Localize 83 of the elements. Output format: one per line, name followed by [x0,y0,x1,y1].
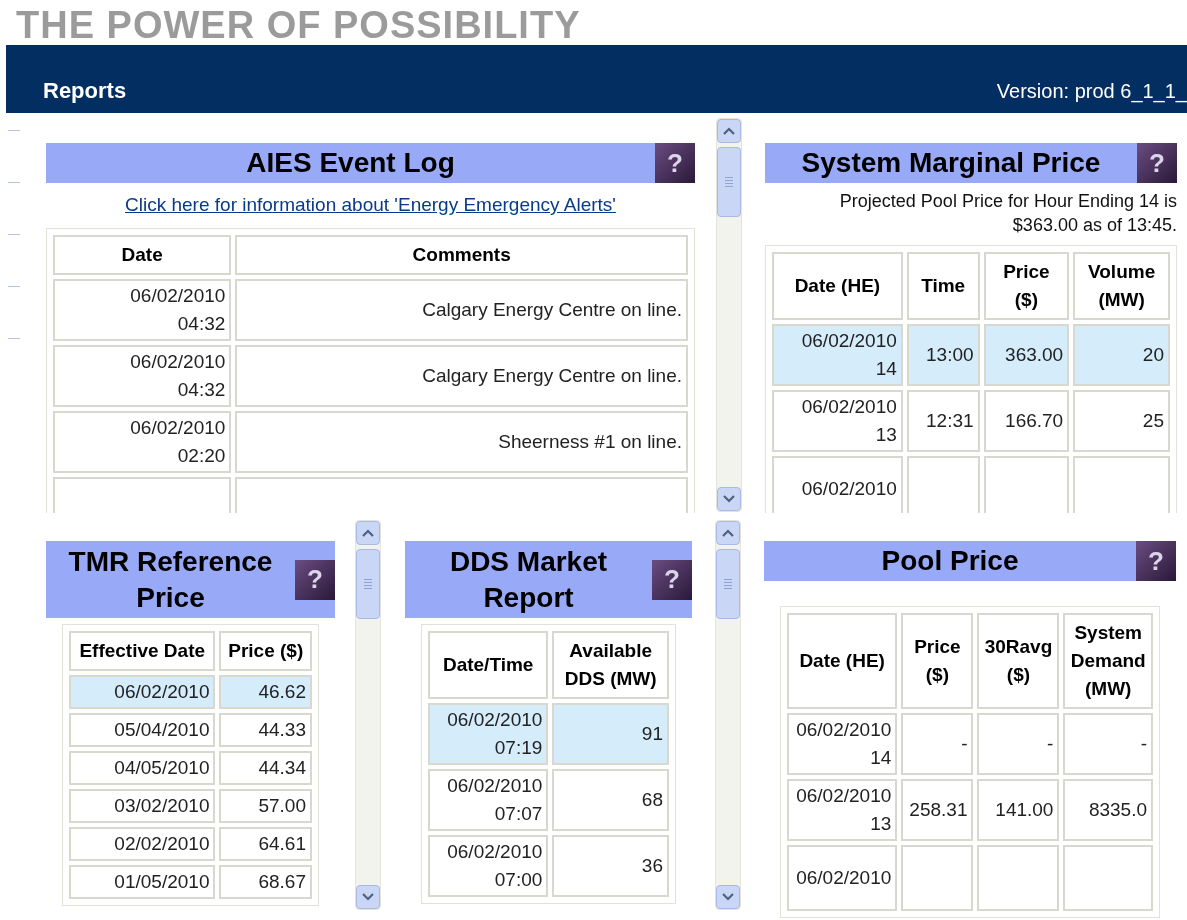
scroll-up-icon[interactable] [356,521,380,545]
table-cell: 20 [1073,324,1170,386]
table-cell: 36 [552,835,669,897]
table-cell: - [901,713,974,775]
column-header: Available DDS (MW) [552,631,669,699]
help-button[interactable]: ? [655,143,695,183]
table-cell: Calgary Energy Centre on line. [235,278,688,341]
column-header: Effective Date [69,631,216,671]
scroll-down-icon[interactable] [717,487,741,511]
table-cell: 25 [1073,390,1170,452]
table-cell: 68.67 [219,865,312,899]
table-cell: 05/04/2010 [69,713,216,747]
table-cell: 44.34 [219,751,312,785]
slogan: THE POWER OF POSSIBILITY [16,5,581,45]
scroll-down-icon[interactable] [716,885,740,909]
nav-title: Reports [43,77,127,105]
table-cell: Calgary Energy Centre on line. [235,344,688,407]
column-header: Comments [235,234,688,275]
column-header: Date/Time [428,631,549,699]
table-cell: 06/02/2010 07:00 [428,835,549,897]
help-button[interactable]: ? [295,559,335,600]
table-cell: 8335.0 [1063,779,1153,841]
table-cell: 06/02/2010 [772,456,903,513]
info-link[interactable]: Click here for information about 'Energy Emergency Alerts' [125,194,616,215]
table-cell: 06/02/2010 13 [787,779,898,841]
table-cell: 06/02/2010 13 [772,390,903,452]
table-cell: 06/02/2010 02:20 [53,410,232,473]
help-button[interactable]: ? [652,559,692,600]
column-header: Time [906,252,980,320]
table-cell: - [1063,713,1153,775]
panel-title: DDS Market Report [448,544,609,615]
table-cell: 91 [552,703,669,765]
scroll-thumb[interactable] [717,147,741,217]
scroll-up-icon[interactable] [716,521,740,545]
table-cell: 06/02/2010 [69,675,216,709]
table-cell: 13:00 [906,324,980,386]
scroll-up-icon[interactable] [717,119,741,143]
table-cell: 12:31 [906,390,980,452]
table-cell: 57.00 [219,789,312,823]
column-header: Volume (MW) [1073,252,1170,320]
table-cell: 06/02/2010 07:07 [428,769,549,831]
column-header: Date [53,234,232,275]
table-cell: 06/02/2010 14 [787,713,898,775]
scrollbar[interactable] [716,118,742,512]
scrollbar[interactable] [355,520,381,910]
table-cell: 06/02/2010 14 [772,324,903,386]
table-cell: 02/02/2010 [69,827,216,861]
help-button[interactable]: ? [1137,143,1177,183]
table-cell: - [977,713,1060,775]
column-header: Price ($) [983,252,1070,320]
table-cell: 64.61 [219,827,312,861]
projected-price-note: Projected Pool Price for Hour Ending 14 is $363.00 as of 13:45. [838,190,1177,237]
version-label: Version: prod 6_1_1_ [996,79,1187,105]
help-button[interactable]: ? [1136,541,1176,581]
table-cell: 06/02/2010 04:32 [53,278,232,341]
panel-title: System Marginal Price [800,146,1102,180]
scrollbar[interactable] [715,520,741,910]
table-cell: 44.33 [219,713,312,747]
table-cell: 46.62 [219,675,312,709]
table-cell: 258.31 [901,779,974,841]
table-cell: 03/02/2010 [69,789,216,823]
scroll-thumb[interactable] [716,549,740,619]
table-cell: 166.70 [983,390,1070,452]
panel-title: Pool Price [880,544,1020,578]
scroll-thumb[interactable] [356,549,380,619]
scroll-down-icon[interactable] [356,885,380,909]
table-cell: 363.00 [983,324,1070,386]
column-header: System Demand (MW) [1063,613,1153,709]
table-cell: 01/05/2010 [69,865,216,899]
column-header: 30Ravg ($) [977,613,1060,709]
table-cell: 141.00 [977,779,1060,841]
column-header: Date (HE) [787,613,898,709]
column-header: Price ($) [901,613,974,709]
panel-title: AIES Event Log [245,146,456,180]
table-cell: 06/02/2010 07:19 [428,703,549,765]
column-header: Price ($) [219,631,312,671]
column-header: Date (HE) [772,252,903,320]
table-cell: 04/05/2010 [69,751,216,785]
table-cell: 68 [552,769,669,831]
table-cell: 06/02/2010 04:32 [53,344,232,407]
panel-title: TMR Reference Price [67,544,274,615]
table-cell: 06/02/2010 [787,845,898,911]
table-cell: Sheerness #1 on line. [235,410,688,473]
